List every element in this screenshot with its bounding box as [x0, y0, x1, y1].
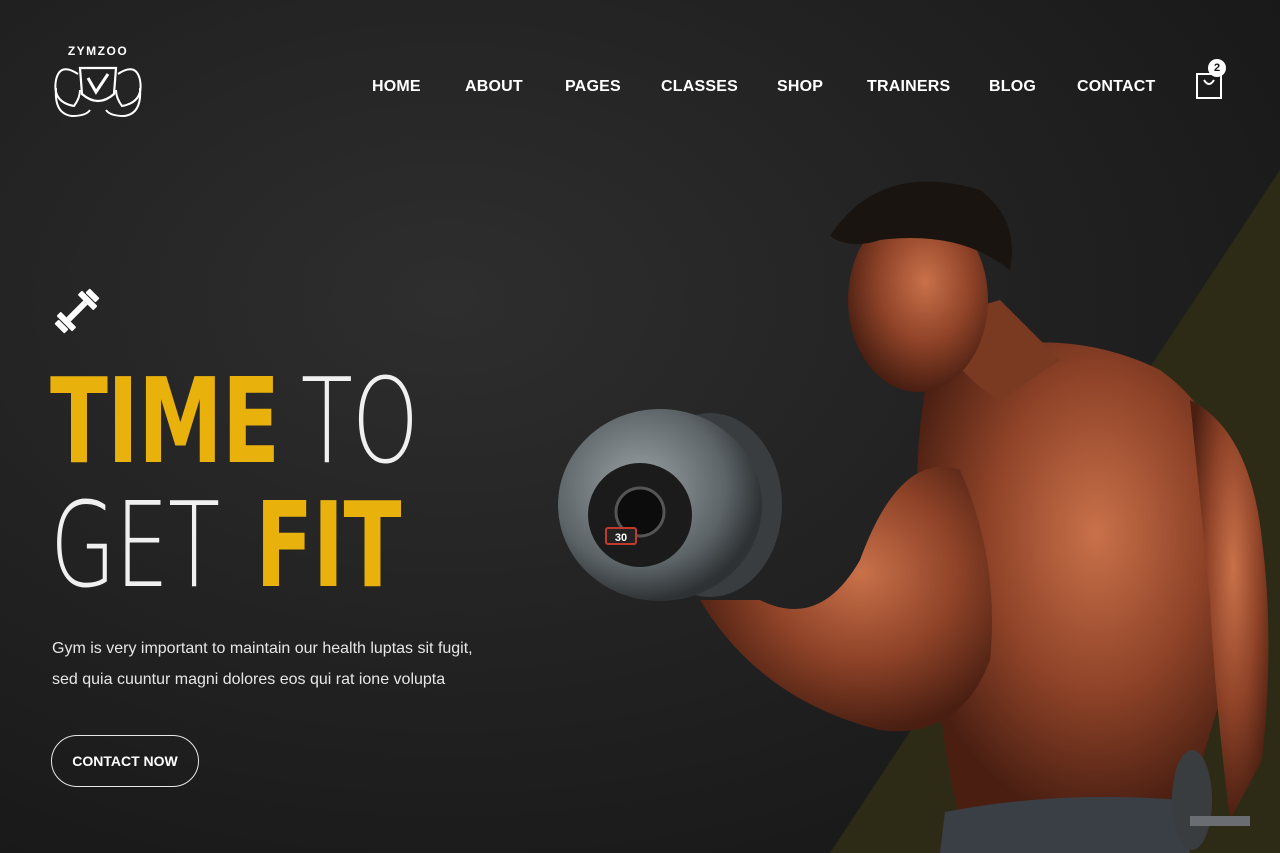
- nav-about[interactable]: ABOUT: [465, 78, 523, 96]
- dumbbell-icon: [54, 288, 100, 334]
- athlete-hero-image: 30: [558, 181, 1269, 853]
- hero-title-fit: FIT: [255, 476, 401, 614]
- hero-title: TIME TO GET FIT: [50, 362, 561, 610]
- hero-title-to: TO: [300, 352, 419, 490]
- hero-title-get: GET: [50, 476, 220, 614]
- cart-count-badge: 2: [1208, 59, 1226, 77]
- muscle-shield-icon: [54, 66, 142, 118]
- nav-pages[interactable]: PAGES: [565, 78, 621, 96]
- nav-home[interactable]: HOME: [372, 78, 421, 96]
- nav-shop[interactable]: SHOP: [777, 78, 823, 96]
- brand-logo[interactable]: ZYMZOO: [50, 44, 146, 126]
- hero-description-line1: Gym is very important to maintain our he…: [52, 640, 473, 657]
- cart-button[interactable]: 2: [1196, 59, 1226, 102]
- hero-title-time: TIME: [50, 352, 280, 490]
- nav-classes[interactable]: CLASSES: [661, 78, 738, 96]
- nav-contact[interactable]: CONTACT: [1077, 78, 1155, 96]
- contact-now-button[interactable]: CONTACT NOW: [51, 735, 199, 787]
- hero-description: Gym is very important to maintain our he…: [52, 633, 522, 695]
- nav-trainers[interactable]: TRAINERS: [867, 78, 950, 96]
- hero-description-line2: sed quia cuuntur magni dolores eos qui r…: [52, 671, 446, 688]
- dumbbell-weight-label: 30: [615, 532, 627, 544]
- nav-blog[interactable]: BLOG: [989, 78, 1036, 96]
